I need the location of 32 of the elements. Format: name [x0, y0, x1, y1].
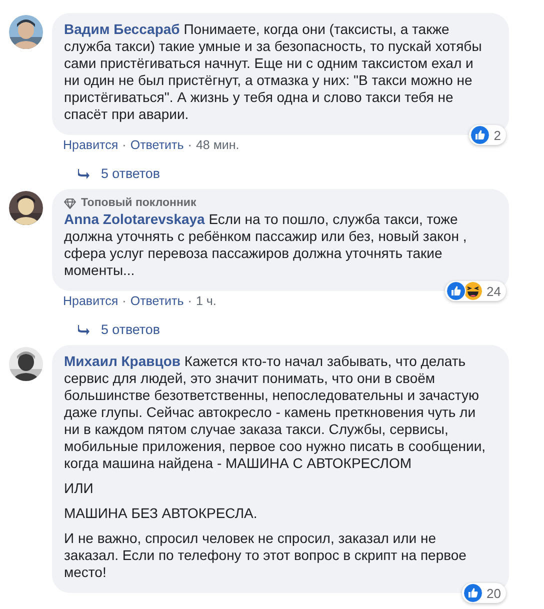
separator: ·: [122, 294, 126, 308]
laughing-emoji-icon: [462, 281, 483, 301]
separator: ·: [188, 294, 192, 308]
thumbs-up-icon: [446, 281, 466, 301]
comment-text: МАШИНА БЕЗ АВТОКРЕСЛА.: [64, 505, 258, 522]
like-link[interactable]: Нравится: [63, 294, 118, 308]
reaction-badge[interactable]: 20: [462, 583, 506, 603]
reply-link[interactable]: Ответить: [130, 138, 184, 152]
fan-label: Топовый поклонник: [81, 197, 196, 209]
like-link[interactable]: Нравится: [63, 138, 118, 152]
comment-text: ИЛИ: [64, 480, 94, 497]
reaction-badge[interactable]: 2: [468, 125, 506, 145]
comment-time: 1 ч.: [196, 294, 216, 308]
author-link[interactable]: Вадим Бессараб: [64, 21, 180, 37]
reply-link[interactable]: Ответить: [130, 294, 184, 308]
comment-text: Anna Zolotarevskaya Если на то пошло, служба такси, тоже должна уточнять с ребёнком пассажир или без, новый закон , сфера услуг перевоза пассажиров должна уточнять такие моменты...: [64, 211, 468, 279]
reply-arrow-icon: [78, 324, 90, 334]
thumbs-up-icon: [462, 583, 483, 603]
replies-link[interactable]: 5 ответов: [101, 322, 160, 337]
replies-link[interactable]: 5 ответов: [101, 166, 160, 181]
comment-text: Михаил Кравцов Кажется кто-то начал забывать, что делать сервис для людей, это значит понимать, что они в своём большинстве безответственны, непоследовательны и зачастую даже глупы. Сейчас автокресло - камень преткновения чуть ли ни в каждом пятом случае заказа такси. Службы, сервисы, мобильные приложения, первое соо нужно писать в сообщении, когда машина найдена - МАШИНА С АВТОКРЕСЛОМ: [64, 353, 487, 472]
author-link[interactable]: Anna Zolotarevskaya: [64, 211, 205, 227]
thumbs-up-icon: [470, 125, 490, 145]
comment-text: Вадим Бессараб Понимаете, когда они (таксисты, а также служба такси) такие умные и за безопасность, то пускай хотябы сами пристёгиваться начнут. Еще ни с одним таксистом ехал и ни один не был пристёгнут, а отмазка у них: "В такси можно не пристёгиваться". А жизнь у тебя одна и слово такси тебя не спасёт при аварии.: [64, 21, 483, 123]
reply-arrow-icon: [78, 168, 90, 178]
separator: ·: [122, 138, 126, 152]
separator: ·: [188, 138, 192, 152]
diamond-icon: [64, 198, 76, 208]
comment-time: 48 мин.: [196, 138, 240, 152]
comment-text: И не важно, спросил человек не спросил, заказал или не заказал. Если по телефону то этот вопрос в скрипт на первое место!: [64, 530, 468, 581]
reaction-badge[interactable]: 24: [444, 281, 506, 301]
author-link[interactable]: Михаил Кравцов: [64, 353, 180, 369]
